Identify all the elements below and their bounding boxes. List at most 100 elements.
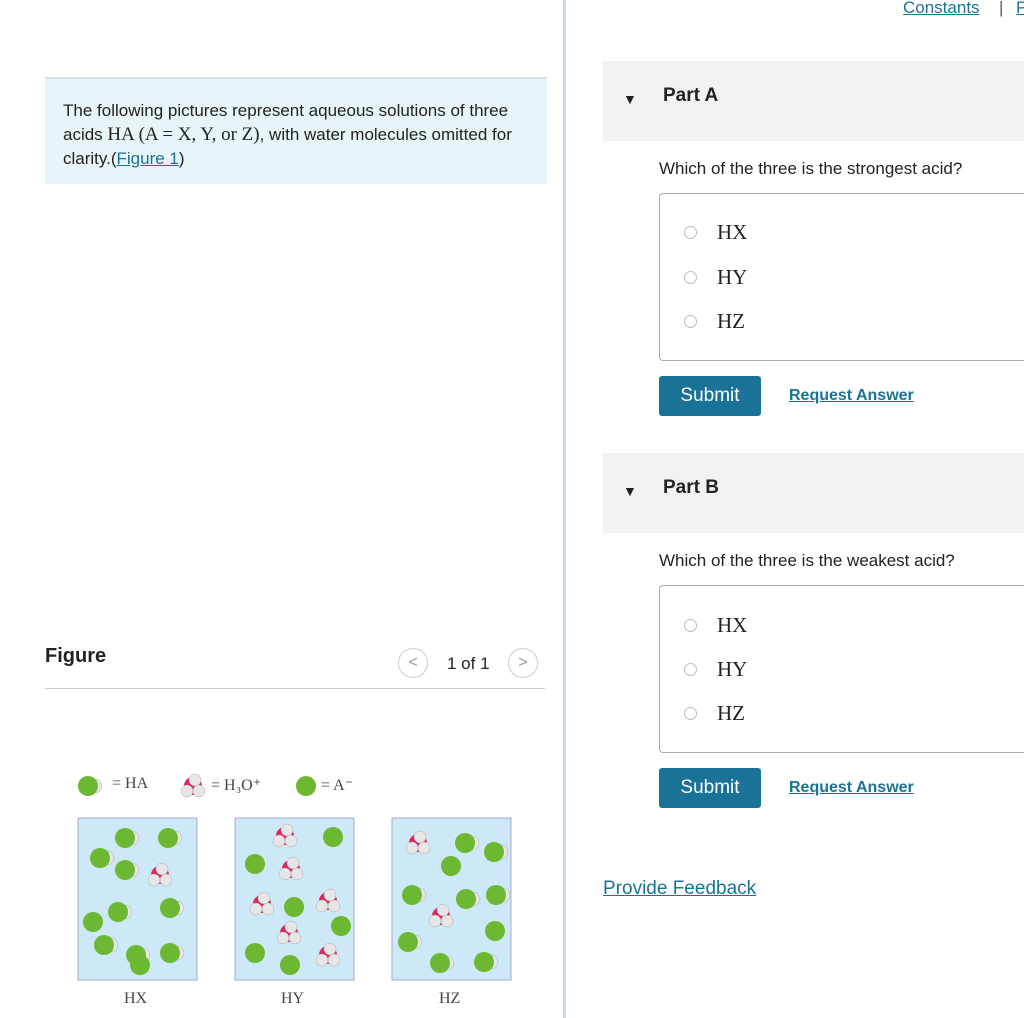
h3o-ion xyxy=(155,862,169,876)
part-a-options: HX HY HZ xyxy=(659,193,1024,361)
part-b-request-answer-link[interactable]: Request Answer xyxy=(789,779,914,797)
radio-button[interactable] xyxy=(684,315,697,328)
a-ion xyxy=(245,943,265,963)
h3o-ion xyxy=(327,953,341,967)
part-a-header[interactable]: ▼ Part A xyxy=(603,61,1024,141)
h3o-ion xyxy=(188,773,202,787)
part-b-question: Which of the three is the weakest acid? xyxy=(659,551,955,570)
h3o-ion xyxy=(315,899,329,913)
option-hy[interactable]: HY xyxy=(684,657,747,682)
legend-h3o: = H₃O⁺ xyxy=(211,777,262,794)
ha-molecule xyxy=(108,902,128,922)
option-hx[interactable]: HX xyxy=(684,613,747,638)
option-label: HY xyxy=(717,265,748,289)
part-label: Part A xyxy=(663,85,719,106)
ha-molecule xyxy=(115,828,135,848)
h3o-ion xyxy=(405,841,419,855)
h3o-ion xyxy=(180,784,194,798)
pane-divider[interactable] xyxy=(563,0,566,1018)
option-label: HY xyxy=(717,657,748,681)
ha-molecule xyxy=(160,943,180,963)
ha-molecule xyxy=(402,885,422,905)
a-ion xyxy=(296,776,316,796)
box-label-hy: HY xyxy=(281,990,305,1007)
h3o-ion xyxy=(278,867,292,881)
h3o-ion xyxy=(315,953,329,967)
ha-molecule xyxy=(115,860,135,880)
ha-molecule xyxy=(160,898,180,918)
h3o-ion xyxy=(159,873,173,887)
ha-molecule xyxy=(456,889,476,909)
next-link[interactable]: P xyxy=(1016,0,1024,18)
part-a-request-answer-link[interactable]: Request Answer xyxy=(789,387,914,405)
legend-ha: = HA xyxy=(112,775,149,792)
h3o-ion xyxy=(192,784,206,798)
ha-molecule xyxy=(484,842,504,862)
part-label: Part B xyxy=(663,477,719,498)
a-ion xyxy=(323,827,343,847)
ha-molecule xyxy=(455,833,475,853)
ha-molecule xyxy=(78,776,98,796)
radio-button[interactable] xyxy=(684,226,697,239)
h3o-ion xyxy=(323,942,337,956)
h3o-ion xyxy=(286,856,300,870)
part-b-header[interactable]: ▼ Part B xyxy=(603,453,1024,533)
option-hy[interactable]: HY xyxy=(684,265,747,290)
constants-link[interactable]: Constants xyxy=(903,0,980,18)
option-label: HZ xyxy=(717,309,745,333)
ha-molecule xyxy=(158,828,178,848)
ha-molecule xyxy=(90,848,110,868)
option-label: HX xyxy=(717,220,748,244)
a-ion xyxy=(280,955,300,975)
a-ion xyxy=(245,854,265,874)
h3o-ion xyxy=(284,834,298,848)
a-ion xyxy=(441,856,461,876)
separator: | xyxy=(999,0,1004,17)
a-ion xyxy=(130,955,150,975)
ha-molecule xyxy=(430,953,450,973)
part-b-options: HX HY HZ xyxy=(659,585,1024,753)
h3o-ion xyxy=(276,931,290,945)
ha-molecule xyxy=(474,952,494,972)
h3o-ion xyxy=(272,834,286,848)
legend-a: = A⁻ xyxy=(321,777,354,794)
h3o-ion xyxy=(413,830,427,844)
part-a-question: Which of the three is the strongest acid… xyxy=(659,159,963,178)
ha-molecule xyxy=(398,932,418,952)
option-hz[interactable]: HZ xyxy=(684,701,745,726)
h3o-ion xyxy=(147,873,161,887)
option-hz[interactable]: HZ xyxy=(684,309,745,334)
h3o-ion xyxy=(436,903,450,917)
radio-button[interactable] xyxy=(684,619,697,632)
option-hx[interactable]: HX xyxy=(684,220,747,245)
radio-button[interactable] xyxy=(684,663,697,676)
radio-button[interactable] xyxy=(684,707,697,720)
box-label-hz: HZ xyxy=(439,990,461,1007)
part-a-submit-button[interactable]: Submit xyxy=(659,376,761,416)
h3o-ion xyxy=(284,920,298,934)
h3o-ion xyxy=(417,841,431,855)
h3o-ion xyxy=(257,891,271,905)
part-b-submit-button[interactable]: Submit xyxy=(659,768,761,808)
a-ion xyxy=(485,921,505,941)
h3o-ion xyxy=(249,902,263,916)
h3o-ion xyxy=(428,914,442,928)
a-ion xyxy=(331,916,351,936)
provide-feedback-link[interactable]: Provide Feedback xyxy=(603,878,756,900)
a-ion xyxy=(284,897,304,917)
box-label-hx: HX xyxy=(124,990,148,1007)
h3o-ion xyxy=(290,867,304,881)
acid-solutions-figure xyxy=(77,773,512,981)
option-label: HZ xyxy=(717,701,745,725)
h3o-ion xyxy=(440,914,454,928)
a-ion xyxy=(83,912,103,932)
h3o-ion xyxy=(327,899,341,913)
collapse-triangle-icon[interactable]: ▼ xyxy=(623,483,637,499)
ha-molecule xyxy=(486,885,506,905)
h3o-ion xyxy=(280,823,294,837)
h3o-ion xyxy=(261,902,275,916)
h3o-ion xyxy=(323,888,337,902)
option-label: HX xyxy=(717,613,748,637)
radio-button[interactable] xyxy=(684,271,697,284)
collapse-triangle-icon[interactable]: ▼ xyxy=(623,91,637,107)
